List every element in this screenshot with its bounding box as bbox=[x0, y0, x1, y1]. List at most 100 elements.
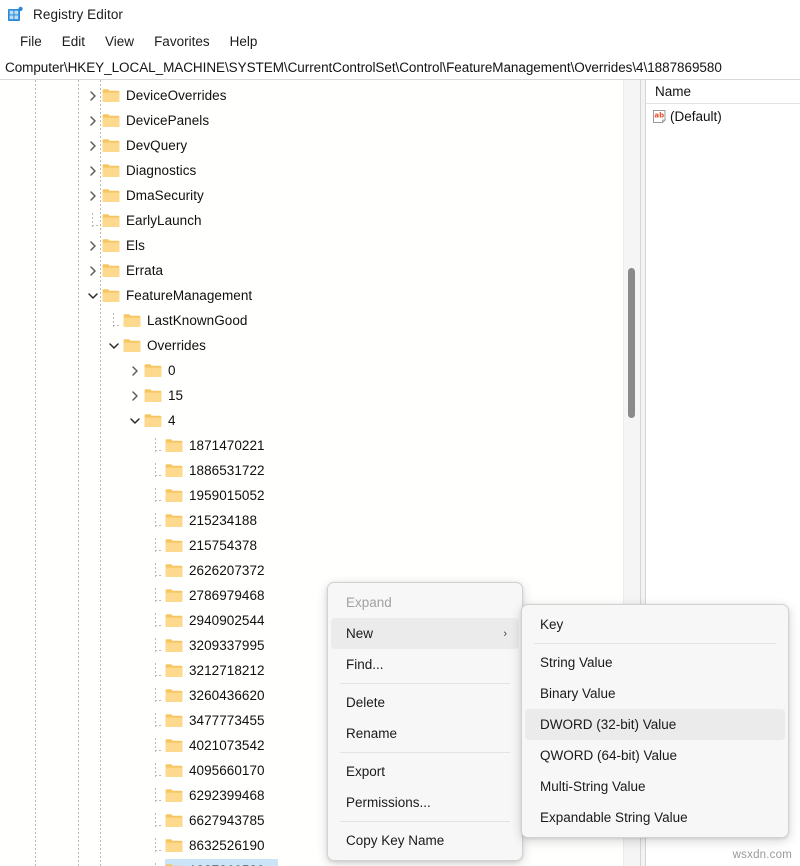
folder-icon bbox=[102, 88, 120, 103]
menu-bar: File Edit View Favorites Help bbox=[0, 28, 800, 55]
menu-item-copy-key-name[interactable]: Copy Key Name bbox=[331, 825, 519, 856]
tree-item-devicepanels[interactable]: DevicePanels bbox=[0, 108, 640, 133]
menu-item-new[interactable]: New› bbox=[331, 618, 519, 649]
menu-item-rename[interactable]: Rename bbox=[331, 718, 519, 749]
tree-item-1959015052[interactable]: 1959015052 bbox=[0, 483, 640, 508]
menu-item-delete[interactable]: Delete bbox=[331, 687, 519, 718]
value-list-header: Name bbox=[646, 80, 800, 104]
chevron-right-icon[interactable] bbox=[85, 238, 101, 254]
tree-item-earlylaunch[interactable]: EarlyLaunch bbox=[0, 208, 640, 233]
tree-item-label: Diagnostics bbox=[126, 163, 196, 178]
new-submenu[interactable]: Key String Value Binary Value DWORD (32-bit… bbox=[521, 604, 789, 838]
tree-item-215234188[interactable]: 215234188 bbox=[0, 508, 640, 533]
folder-icon bbox=[102, 163, 120, 178]
context-menu[interactable]: ExpandNew›Find...DeleteRenameExportPermi… bbox=[327, 582, 523, 861]
chevron-right-icon[interactable] bbox=[85, 263, 101, 279]
tree-item-label: Overrides bbox=[147, 338, 206, 353]
tree-item-label: 4095660170 bbox=[189, 763, 265, 778]
menu-separator bbox=[340, 821, 510, 822]
tree-item-deviceoverrides[interactable]: DeviceOverrides bbox=[0, 83, 640, 108]
menu-item-key[interactable]: Key bbox=[525, 609, 785, 640]
folder-icon bbox=[144, 413, 162, 428]
column-header-name[interactable]: Name bbox=[646, 84, 691, 99]
tree-item-label: 3477773455 bbox=[189, 713, 265, 728]
tree-item-4[interactable]: 4 bbox=[0, 408, 640, 433]
folder-icon bbox=[165, 613, 183, 628]
tree-item-215754378[interactable]: 215754378 bbox=[0, 533, 640, 558]
chevron-right-icon[interactable] bbox=[127, 363, 143, 379]
chevron-right-icon[interactable] bbox=[85, 88, 101, 104]
tree-connector bbox=[148, 563, 164, 579]
folder-icon bbox=[165, 838, 183, 853]
folder-icon bbox=[165, 438, 183, 453]
folder-icon bbox=[102, 263, 120, 278]
tree-item-featuremanagement[interactable]: FeatureManagement bbox=[0, 283, 640, 308]
chevron-down-icon[interactable] bbox=[85, 288, 101, 304]
menu-view[interactable]: View bbox=[95, 31, 144, 52]
menu-item-string-value[interactable]: String Value bbox=[525, 647, 785, 678]
chevron-right-icon[interactable] bbox=[127, 388, 143, 404]
chevron-right-icon[interactable] bbox=[85, 188, 101, 204]
chevron-right-icon[interactable] bbox=[85, 113, 101, 129]
folder-icon bbox=[165, 488, 183, 503]
menu-item-dword-32-bit-value[interactable]: DWORD (32-bit) Value bbox=[525, 709, 785, 740]
tree-connector bbox=[148, 863, 164, 866]
tree-item-label: 1871470221 bbox=[189, 438, 265, 453]
tree-item-label: 6292399468 bbox=[189, 788, 265, 803]
tree-item-label: 15 bbox=[168, 388, 183, 403]
tree-scrollbar-thumb[interactable] bbox=[628, 268, 635, 418]
tree-connector bbox=[148, 663, 164, 679]
chevron-down-icon[interactable] bbox=[127, 413, 143, 429]
tree-item-errata[interactable]: Errata bbox=[0, 258, 640, 283]
tree-item-1871470221[interactable]: 1871470221 bbox=[0, 433, 640, 458]
folder-icon bbox=[102, 238, 120, 253]
menu-file[interactable]: File bbox=[10, 31, 52, 52]
address-bar[interactable]: Computer\HKEY_LOCAL_MACHINE\SYSTEM\Curre… bbox=[0, 55, 800, 79]
tree-item-overrides[interactable]: Overrides bbox=[0, 333, 640, 358]
folder-icon bbox=[165, 638, 183, 653]
tree-item-devquery[interactable]: DevQuery bbox=[0, 133, 640, 158]
tree-item-label: 2626207372 bbox=[189, 563, 265, 578]
menu-item-multi-string-value[interactable]: Multi-String Value bbox=[525, 771, 785, 802]
menu-favorites[interactable]: Favorites bbox=[144, 31, 220, 52]
tree-item-label: Els bbox=[126, 238, 145, 253]
menu-item-permissions[interactable]: Permissions... bbox=[331, 787, 519, 818]
folder-icon bbox=[144, 363, 162, 378]
menu-item-expandable-string-value[interactable]: Expandable String Value bbox=[525, 802, 785, 833]
folder-icon bbox=[165, 763, 183, 778]
tree-item-label: EarlyLaunch bbox=[126, 213, 202, 228]
chevron-right-icon[interactable] bbox=[85, 163, 101, 179]
menu-item-label: Delete bbox=[346, 695, 507, 710]
tree-item-label: 3212718212 bbox=[189, 663, 265, 678]
tree-item-1886531722[interactable]: 1886531722 bbox=[0, 458, 640, 483]
folder-icon bbox=[165, 588, 183, 603]
tree-item-els[interactable]: Els bbox=[0, 233, 640, 258]
menu-item-qword-64-bit-value[interactable]: QWORD (64-bit) Value bbox=[525, 740, 785, 771]
folder-icon bbox=[102, 138, 120, 153]
menu-item-export[interactable]: Export bbox=[331, 756, 519, 787]
menu-item-find[interactable]: Find... bbox=[331, 649, 519, 680]
chevron-down-icon[interactable] bbox=[106, 338, 122, 354]
tree-connector bbox=[148, 488, 164, 504]
folder-icon bbox=[165, 688, 183, 703]
menu-edit[interactable]: Edit bbox=[52, 31, 95, 52]
tree-item-2626207372[interactable]: 2626207372 bbox=[0, 558, 640, 583]
menu-item-label: Binary Value bbox=[540, 686, 773, 701]
menu-item-label: Permissions... bbox=[346, 795, 507, 810]
value-row-default[interactable]: ab (Default) bbox=[646, 104, 800, 128]
folder-icon bbox=[165, 738, 183, 753]
tree-item-label: 1886531722 bbox=[189, 463, 265, 478]
tree-item-0[interactable]: 0 bbox=[0, 358, 640, 383]
tree-connector bbox=[148, 613, 164, 629]
tree-item-label: DevQuery bbox=[126, 138, 187, 153]
tree-item-dmasecurity[interactable]: DmaSecurity bbox=[0, 183, 640, 208]
tree-item-15[interactable]: 15 bbox=[0, 383, 640, 408]
tree-item-diagnostics[interactable]: Diagnostics bbox=[0, 158, 640, 183]
tree-item-label: 4021073542 bbox=[189, 738, 265, 753]
tree-item-label: 215754378 bbox=[189, 538, 257, 553]
tree-item-lastknowngood[interactable]: LastKnownGood bbox=[0, 308, 640, 333]
menu-help[interactable]: Help bbox=[220, 31, 268, 52]
tree-item-label: 2940902544 bbox=[189, 613, 265, 628]
menu-item-binary-value[interactable]: Binary Value bbox=[525, 678, 785, 709]
chevron-right-icon[interactable] bbox=[85, 138, 101, 154]
